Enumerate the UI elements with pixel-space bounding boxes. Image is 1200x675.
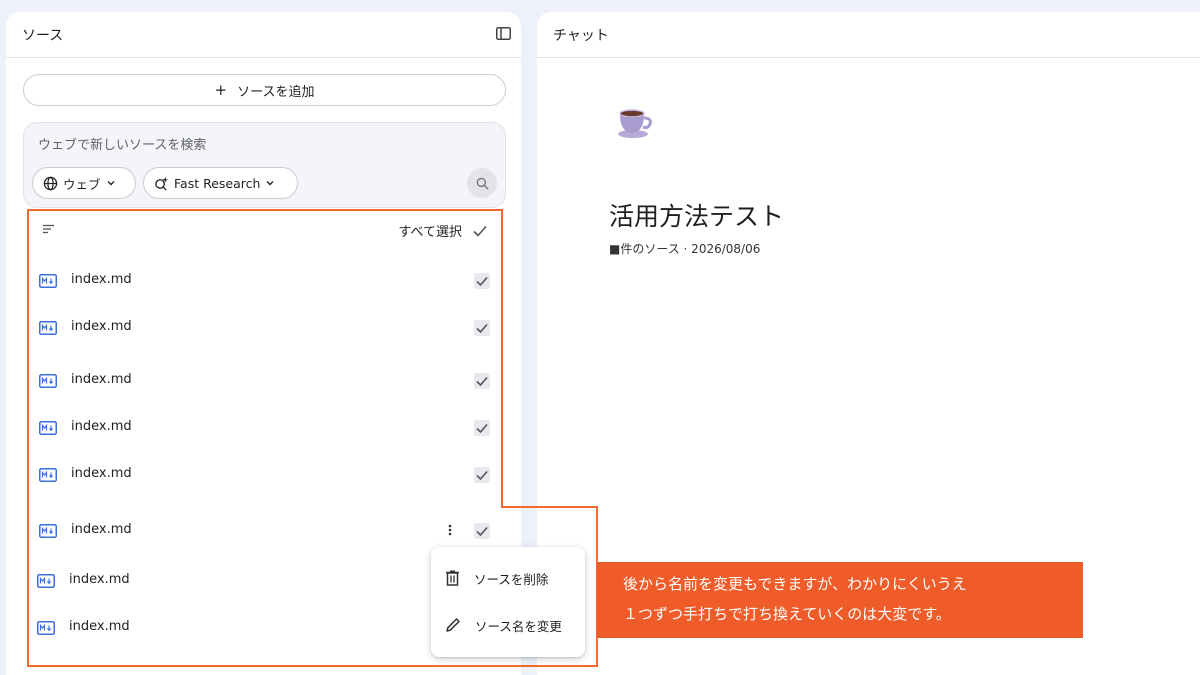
highlight-line-top (27, 209, 503, 211)
chat-title: チャット (553, 27, 609, 44)
select-all-checkbox[interactable] (472, 223, 488, 239)
rename-source-menu-item[interactable]: ソース名を変更 (431, 605, 585, 645)
source-checkbox[interactable] (474, 320, 490, 336)
markdown-file-icon (37, 574, 55, 588)
source-list-header: すべて選択 (28, 212, 498, 248)
source-row[interactable]: index.md (28, 561, 498, 601)
source-name: index.md (71, 522, 132, 537)
markdown-file-icon (39, 321, 57, 335)
add-source-label: ソースを追加 (237, 84, 315, 100)
web-chip-label: ウェブ (63, 176, 101, 192)
collapse-panel-icon[interactable] (496, 27, 511, 40)
sources-title: ソース (22, 27, 64, 44)
highlight-line-left (27, 209, 29, 667)
source-name: index.md (69, 619, 130, 634)
web-search-input[interactable] (38, 135, 458, 155)
markdown-file-icon (39, 274, 57, 288)
trash-icon (446, 570, 459, 586)
source-checkbox[interactable] (474, 273, 490, 289)
source-row[interactable]: index.md (28, 608, 498, 648)
source-name: index.md (71, 319, 132, 334)
delete-source-menu-item[interactable]: ソースを削除 (431, 558, 585, 598)
add-source-button[interactable]: + ソースを追加 (23, 74, 506, 106)
filter-sort-icon[interactable] (42, 224, 56, 234)
source-checkbox[interactable] (474, 373, 490, 389)
source-name: index.md (71, 372, 132, 387)
source-context-menu: ソースを削除 ソース名を変更 (431, 547, 585, 657)
plus-icon: + (214, 81, 228, 99)
chat-header: チャット (537, 12, 1200, 58)
chevron-down-icon (266, 181, 274, 186)
research-chip-label: Fast Research (174, 175, 261, 191)
notebook-title: 活用方法テスト (609, 202, 785, 231)
markdown-file-icon (39, 468, 57, 482)
annotation-callout: 後から名前を変更もできますが、わかりにくいうえ １つずつ手打ちで打ち換えていくの… (597, 562, 1083, 638)
markdown-file-icon (39, 421, 57, 435)
source-row[interactable]: index.md (30, 408, 500, 448)
callout-line-1: 後から名前を変更もできますが、わかりにくいうえ (623, 575, 967, 593)
source-row[interactable]: index.md (30, 361, 500, 401)
markdown-file-icon (39, 374, 57, 388)
source-row[interactable]: index.md (30, 455, 500, 495)
source-checkbox[interactable] (474, 523, 490, 539)
globe-icon (43, 176, 58, 190)
highlight-line-right-upper (501, 209, 503, 507)
sources-header: ソース (6, 12, 521, 58)
coffee-cup-icon (618, 109, 652, 138)
research-mode-dropdown[interactable]: Fast Research (143, 167, 298, 199)
source-name: index.md (69, 572, 130, 587)
callout-line-2: １つずつ手打ちで打ち換えていくのは大変です。 (623, 605, 951, 623)
web-search-box: ウェブ Fast Research (23, 122, 506, 208)
source-name: index.md (71, 419, 132, 434)
notebook-meta: ■件のソース · 2026/08/06 (609, 242, 761, 256)
source-name: index.md (71, 466, 132, 481)
rename-source-label: ソース名を変更 (475, 618, 562, 634)
source-name: index.md (71, 272, 132, 287)
markdown-file-icon (39, 524, 57, 538)
highlight-line-bottom (27, 665, 598, 667)
markdown-file-icon (37, 621, 55, 635)
source-row[interactable]: index.md (30, 261, 500, 301)
highlight-line-step (501, 506, 598, 508)
search-submit-button[interactable] (467, 168, 497, 198)
select-all-label: すべて選択 (398, 225, 462, 240)
delete-source-label: ソースを削除 (474, 571, 549, 587)
source-checkbox[interactable] (474, 467, 490, 483)
chevron-down-icon (107, 181, 115, 186)
web-source-dropdown[interactable]: ウェブ (32, 167, 136, 199)
source-checkbox[interactable] (474, 420, 490, 436)
source-row[interactable]: index.md (30, 511, 500, 551)
pencil-icon (446, 618, 460, 632)
more-vertical-icon[interactable] (448, 523, 452, 537)
search-icon (476, 177, 489, 190)
sparkle-search-icon (155, 176, 169, 191)
source-row[interactable]: index.md (30, 308, 500, 348)
